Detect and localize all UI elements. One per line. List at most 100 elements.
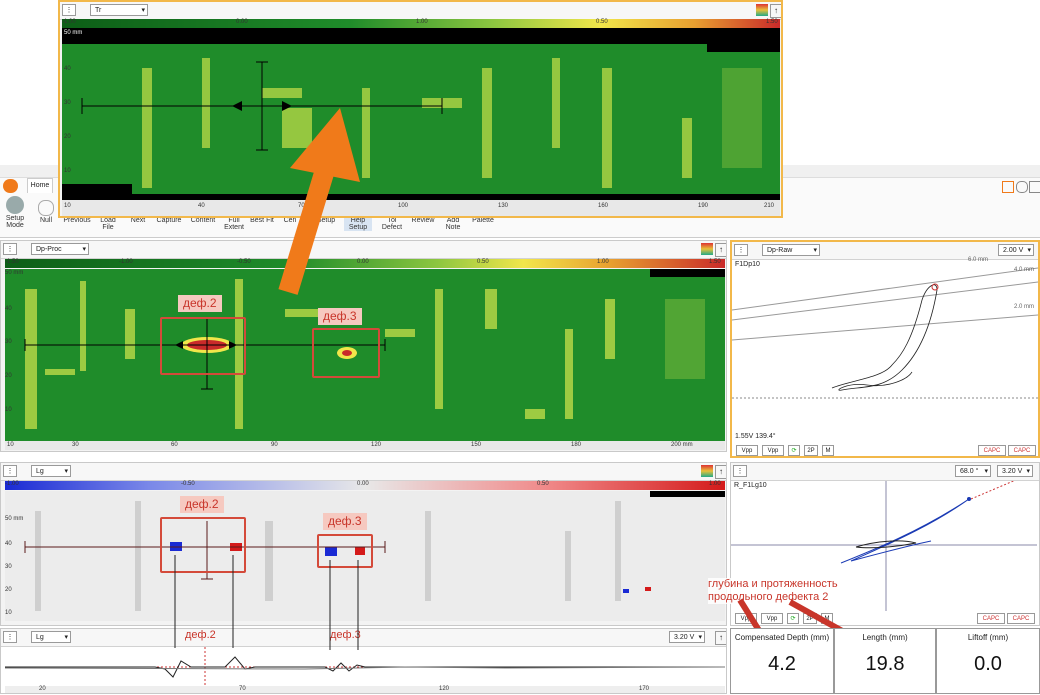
capc-button[interactable]: CAPC [978,445,1006,456]
voltage-dropdown[interactable]: 3.20 V [997,465,1033,478]
colorbar-tick: 0.00 [357,481,369,487]
defect-3-label: деф.3 [323,513,367,530]
ribbon-add-note[interactable]: Add Note [440,217,466,231]
x-tick: 60 [171,442,178,448]
ribbon-setup-mode[interactable]: Setup Mode [0,215,30,229]
colorbar-tick: 1.00 [416,19,428,25]
app-menu-icon[interactable] [3,179,18,193]
ribbon-content[interactable]: Content [188,217,218,224]
ribbon-full-extent[interactable]: Full Extent [220,217,248,231]
colorbar-tick: 1.00 [709,481,721,487]
tab-home[interactable]: Home [27,178,53,193]
ribbon-next[interactable]: Next [126,217,150,224]
tr-channel-dropdown[interactable]: Tr [90,4,148,17]
help-icon[interactable] [1029,181,1040,193]
arrow-up-icon[interactable]: ↑ [715,631,726,645]
panel-menu-button[interactable]: ⋮ [734,244,748,256]
strip-chart-plot[interactable] [5,647,725,685]
y-tick: 10 [5,610,12,616]
x-tick: 10 [64,203,71,209]
colorbar-tick: 0.00 [236,19,248,25]
annotation-defect-2: глубина и протяженность продольного дефе… [708,578,858,604]
depth-line-label: 6.0 mm [968,257,989,263]
x-tick: 200 mm [671,442,693,448]
panel-menu-button[interactable]: ⋮ [3,243,17,255]
colorbar-tick: -0.50 [181,481,195,487]
tr-toolbar: ⋮ Tr ↑ [60,2,781,20]
refresh-icon[interactable]: ⟳ [788,445,800,456]
dp-raw-channel-dropdown[interactable]: Dp-Raw [762,244,820,257]
y-tick: 30 [64,100,71,106]
arrow-up-icon[interactable]: ↑ [715,465,726,479]
vpp-button[interactable]: Vpp [735,613,757,624]
x-tick: 70 [298,203,305,209]
defect-3-strip-label: деф.3 [330,629,361,641]
x-tick: 90 [271,442,278,448]
defect-3-label: деф.3 [318,308,362,325]
colorbar-tick: 0.50 [596,19,608,25]
vpp-button[interactable]: Vpp [736,445,758,456]
defect-2-label: деф.2 [178,295,222,312]
tr-c-scan[interactable] [62,28,780,200]
capc-button[interactable]: CAPC [977,613,1005,624]
refresh-icon[interactable]: ⟳ [787,613,799,624]
colorbar-tick: -1.00 [5,481,19,487]
measurement-title: Compensated Depth (mm) [734,633,830,642]
x-tick: 20 [39,686,46,692]
angle-dropdown[interactable]: 68.0 ° [955,465,991,478]
ribbon-setup[interactable]: Setup [314,217,338,224]
dp-proc-channel-dropdown[interactable]: Dp-Proc [31,243,89,256]
measurement-value: 19.8 [865,653,905,675]
2p-button[interactable]: 2P [803,613,817,624]
lg-channel-dropdown[interactable]: Lg [31,465,71,478]
palette-icon[interactable] [701,243,713,255]
ribbon-center[interactable]: Cen [280,217,300,224]
defect-3-box [317,534,373,568]
tr-zoom-panel: ⋮ Tr ↑ -1.00 0.00 1.00 0.50 1.50 [58,0,783,218]
ribbon-null[interactable]: Null [34,217,58,224]
strip-channel-dropdown[interactable]: Lg [31,631,71,644]
null-icon[interactable] [38,200,54,216]
x-tick: 180 [571,442,582,448]
ribbon-help-setup[interactable]: Help Setup [344,217,372,231]
y-tick: 20 [5,587,12,593]
panel-menu-button[interactable]: ⋮ [3,465,17,477]
liftoff-readout: Liftoff (mm) 0.0 [936,628,1040,694]
y-tick: 40 [5,541,12,547]
x-tick: 210 [764,203,775,209]
m-button[interactable]: M [821,613,833,624]
capc-button[interactable]: CAPC [1007,613,1035,624]
ribbon-palette[interactable]: Palette [468,217,498,224]
vpp-button[interactable]: Vpp [761,613,783,624]
ribbon-load-file[interactable]: Load File [94,217,122,231]
colorbar-tick: 0.00 [357,259,369,265]
strip-voltage-dropdown[interactable]: 3.20 V [669,631,705,644]
dp-proc-toolbar: ⋮ Dp-Proc ↑ [1,241,726,259]
lissajous-plot[interactable] [732,260,1038,430]
panel-menu-button[interactable]: ⋮ [62,4,76,16]
palette-icon[interactable] [701,465,713,477]
settings-icon[interactable] [1002,181,1014,193]
ribbon-capture[interactable]: Capture [154,217,184,224]
gear-icon[interactable] [1016,181,1028,193]
panel-menu-button[interactable]: ⋮ [733,465,747,477]
x-tick: 30 [72,442,79,448]
setup-mode-icon[interactable] [6,196,24,214]
colorbar-tick: -0.50 [237,259,251,265]
colorbar-tick: -1.50 [5,259,19,265]
capc-button[interactable]: CAPC [1008,445,1036,456]
m-button[interactable]: M [822,445,834,456]
dp-raw-voltage-dropdown[interactable]: 2.00 V [998,244,1034,257]
ribbon-previous[interactable]: Previous [62,217,92,224]
vpp-button[interactable]: Vpp [762,445,784,456]
arrow-up-icon[interactable]: ↑ [770,4,781,18]
ribbon-review[interactable]: Review [410,217,436,224]
panel-menu-button[interactable]: ⋮ [3,631,17,643]
arrow-up-icon[interactable]: ↑ [715,243,726,257]
2p-button[interactable]: 2P [804,445,818,456]
ribbon-best-fit[interactable]: Best Fit [250,217,274,224]
palette-icon[interactable] [756,4,768,16]
x-tick: 70 [239,686,246,692]
y-axis-unit: 50 mm [5,270,24,276]
ribbon-tol-defect[interactable]: Tol Defect [378,217,406,231]
